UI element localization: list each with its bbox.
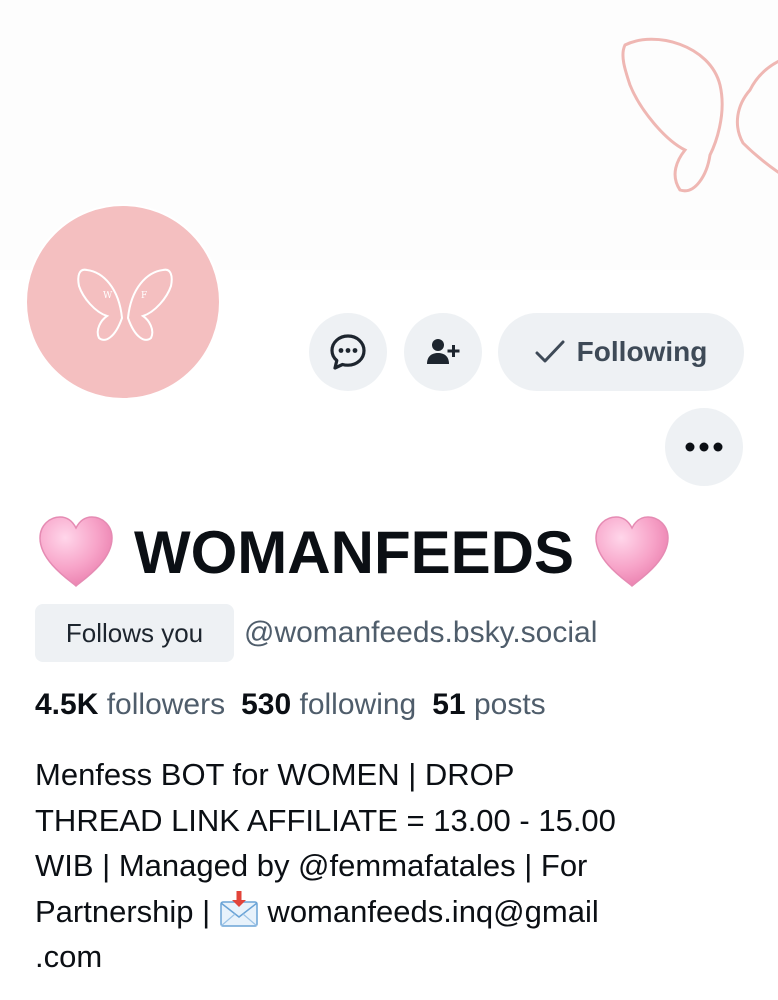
bio-line: Menfess BOT for WOMEN | DROP xyxy=(35,757,515,792)
posts-stat: 51 posts xyxy=(432,688,545,721)
butterfly-logo-icon: W F xyxy=(77,268,173,341)
bio-text: WIB | Managed by @femmafatales | For xyxy=(35,848,588,883)
display-name-row: WOMANFEEDS xyxy=(36,512,672,592)
followers-label: followers xyxy=(106,688,226,721)
follows-you-badge: Follows you xyxy=(35,604,234,662)
posts-count: 51 xyxy=(432,688,466,721)
avatar[interactable]: W F xyxy=(25,204,221,400)
following-button[interactable]: Following xyxy=(498,313,744,391)
follows-you-label: Follows you xyxy=(65,617,204,648)
pink-heart-icon xyxy=(39,516,113,588)
bio-line: .com xyxy=(35,939,103,974)
bio-line: WIB | Managed by @femmafatales | For xyxy=(35,843,755,889)
add-user-button[interactable] xyxy=(404,313,482,391)
display-name: WOMANFEEDS xyxy=(134,518,574,586)
bio-line: Partnership | womanfeeds.inq@gmail xyxy=(35,889,755,935)
chat-bubble-icon xyxy=(330,334,366,370)
followers-stat[interactable]: 4.5K followers xyxy=(35,688,225,721)
profile-bio: Menfess BOT for WOMEN | DROP THREAD LINK… xyxy=(35,752,755,980)
following-label: following xyxy=(299,688,417,721)
avatar-initial-w: W xyxy=(103,291,113,301)
avatar-initial-f: F xyxy=(141,291,147,301)
posts-label: posts xyxy=(473,688,546,721)
bio-email[interactable]: womanfeeds.inq@gmail xyxy=(259,894,598,929)
bio-line: THREAD LINK AFFILIATE = 13.00 - 15.00 xyxy=(35,802,616,838)
following-button-label: Following xyxy=(576,336,708,367)
more-options-button[interactable] xyxy=(665,408,743,486)
checkmark-icon xyxy=(535,340,565,363)
profile-handle: @womanfeeds.bsky.social xyxy=(244,616,598,649)
butterfly-wing-icon xyxy=(621,37,778,193)
following-stat[interactable]: 530 following xyxy=(241,688,416,721)
followers-count: 4.5K xyxy=(35,688,99,721)
following-count: 530 xyxy=(241,688,292,721)
message-button[interactable] xyxy=(309,313,387,391)
pink-heart-icon xyxy=(595,516,669,588)
bio-text: Partnership | xyxy=(35,893,219,929)
incoming-envelope-icon xyxy=(220,890,258,927)
ellipsis-icon xyxy=(685,442,723,452)
profile-stats: 4.5K followers 530 following 51 posts xyxy=(35,683,546,727)
person-add-icon xyxy=(427,339,460,364)
